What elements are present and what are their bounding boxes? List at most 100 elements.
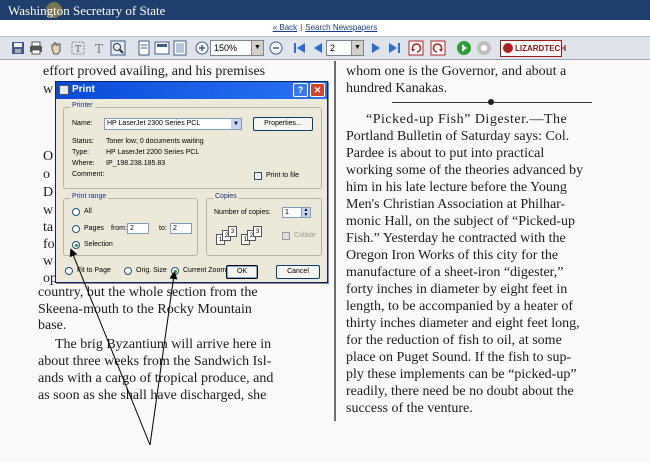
left-column-line: base. — [38, 318, 67, 333]
save-icon[interactable] — [10, 40, 26, 56]
text-select-icon[interactable]: T — [70, 40, 86, 56]
search-newspapers-link[interactable]: Search Newspapers — [305, 23, 377, 32]
left-column-fragment: w — [43, 82, 54, 97]
cancel-button[interactable]: Cancel — [276, 265, 320, 279]
back-link[interactable]: « Back — [273, 23, 297, 32]
all-label: All — [84, 208, 92, 215]
all-radio[interactable] — [72, 208, 80, 216]
lizardtech-logo[interactable]: LIZARDTECH — [500, 40, 566, 57]
collate-page-icon: 3 — [228, 226, 237, 237]
right-column-line: Men's Christian Association at Philhar- — [346, 197, 566, 212]
left-column-line: effort proved availing, and his premises — [43, 64, 266, 79]
page-value: 2 — [330, 43, 336, 53]
left-column-fragment: w — [43, 203, 54, 218]
properties-button[interactable]: Properties... — [253, 117, 313, 131]
to-input[interactable]: 2 — [170, 223, 192, 234]
right-column-line: ply these implements can be “picked-up” — [346, 367, 577, 382]
site-header: Washington Secretary of State — [0, 0, 650, 20]
left-column-fragment: ta — [43, 220, 54, 235]
printer-name-value: HP LaserJet 2300 Series PCL — [107, 120, 201, 127]
right-column-line: readily, there need be no doubt about th… — [346, 384, 574, 399]
left-column-fragment: o — [43, 167, 50, 182]
type-value: HP LaserJet 2200 Series PCL — [106, 149, 200, 156]
left-column-line: as soon as she shall have discharged, sh… — [38, 388, 267, 403]
print-range-label: Print range — [70, 193, 109, 200]
print-icon[interactable] — [28, 40, 44, 56]
where-label: Where: — [72, 160, 95, 167]
current-zoom-radio[interactable] — [171, 267, 179, 275]
left-column-fragment: O — [43, 149, 54, 164]
left-column-fragment: w — [43, 254, 54, 269]
zoom-in-icon[interactable] — [194, 40, 210, 56]
right-column-line: him in his late lecture before the Young — [346, 180, 567, 195]
stop-icon[interactable] — [476, 40, 492, 56]
right-column-line: forty inches in diameter by eight feet i… — [346, 282, 568, 297]
orig-size-radio[interactable] — [124, 267, 132, 275]
close-button[interactable]: ✕ — [310, 83, 325, 97]
nav-links: « Back | Search Newspapers — [0, 20, 650, 36]
right-column-line: manufacture of a sheet-iron “digester,” — [346, 265, 564, 280]
page-select[interactable]: 2 ▼ — [326, 40, 364, 56]
first-page-icon[interactable] — [292, 40, 308, 56]
ok-button[interactable]: OK — [226, 265, 258, 279]
collate-label: Collate — [294, 232, 316, 239]
left-column-line: Skeena-mouth to the Rocky Mountain — [38, 302, 252, 317]
dialog-titlebar[interactable]: Print ? ✕ — [56, 82, 327, 99]
comment-label: Comment: — [72, 171, 105, 178]
svg-text:T: T — [95, 42, 103, 56]
zoom-select[interactable]: 150% ▼ — [210, 40, 264, 56]
zoom-rect-icon[interactable] — [110, 40, 126, 56]
left-column-fragment: D — [43, 185, 54, 200]
selection-label: Selection — [84, 241, 113, 248]
lizardtech-label: LIZARDTECH — [515, 44, 567, 53]
nav-separator: | — [300, 23, 303, 32]
right-column-line: thirty inches diameter and eight feet lo… — [346, 316, 580, 331]
pages-radio[interactable] — [72, 225, 80, 233]
print-dialog: Print ? ✕ Printer Name: HP LaserJet 2300… — [55, 81, 328, 283]
selection-radio[interactable] — [72, 241, 80, 249]
current-zoom-label: Current Zoom — [183, 267, 227, 274]
hand-icon[interactable] — [48, 40, 64, 56]
text-icon[interactable]: T — [92, 40, 108, 56]
right-column-line: Oregon Iron Works of this city for the — [346, 248, 559, 263]
right-column-line: whom one is the Governor, and about a — [346, 64, 567, 79]
fit-page-icon[interactable] — [172, 40, 188, 56]
to-label: to: — [159, 225, 167, 232]
chevron-down-icon: ▼ — [351, 41, 363, 55]
name-label: Name: — [72, 120, 93, 127]
next-page-icon[interactable] — [368, 40, 384, 56]
status-value: Toner low; 0 documents waiting — [106, 138, 204, 145]
article-headline: “Picked-up Fish” Digester.—The — [366, 112, 568, 127]
left-column-line: about three weeks from the Sandwich Isl- — [38, 354, 272, 369]
copies-spinner[interactable]: ▲ ▼ — [301, 207, 311, 218]
printer-icon — [59, 85, 69, 95]
right-column-line: hundred Kanakas. — [346, 81, 448, 96]
viewer-toolbar: T T 150% ▼ 2 ▼ LIZARDTECH — [0, 36, 650, 60]
zoom-value: 150% — [214, 43, 238, 53]
right-column-line: length, to be accompanied by a heater of — [346, 299, 574, 314]
print-to-file-checkbox[interactable] — [254, 172, 262, 180]
go-icon[interactable] — [456, 40, 472, 56]
prev-page-icon[interactable] — [310, 40, 326, 56]
collate-page-icon: 3 — [253, 226, 262, 237]
help-button[interactable]: ? — [293, 83, 308, 97]
from-label: from: — [111, 225, 127, 232]
rotate-right-icon[interactable] — [430, 40, 446, 56]
pages-label: Pages — [84, 225, 104, 232]
column-divider — [334, 61, 336, 421]
copies-group-label: Copies — [213, 193, 239, 200]
right-column-line: place on Puget Sound. If the fish to sup… — [346, 350, 572, 365]
from-input[interactable]: 2 — [127, 223, 149, 234]
dialog-title: Print — [72, 84, 95, 95]
fit-width-icon[interactable] — [154, 40, 170, 56]
single-page-icon[interactable] — [136, 40, 152, 56]
printer-name-select[interactable]: HP LaserJet 2300 Series PCL ▼ — [104, 118, 242, 130]
left-column-line: country, but the whole section from the — [38, 285, 258, 300]
rotate-left-icon[interactable] — [408, 40, 424, 56]
lizard-icon — [503, 43, 513, 53]
zoom-out-icon[interactable] — [268, 40, 284, 56]
last-page-icon[interactable] — [386, 40, 402, 56]
copies-input[interactable]: 1 — [282, 207, 302, 218]
collate-checkbox[interactable] — [282, 232, 290, 240]
fit-to-page-radio[interactable] — [65, 267, 73, 275]
